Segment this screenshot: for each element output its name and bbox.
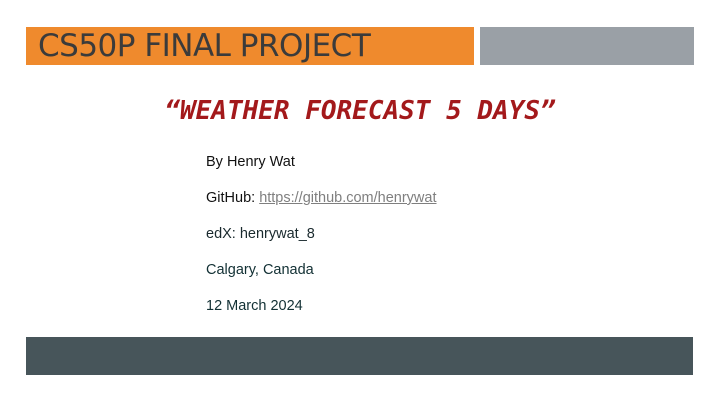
github-label: GitHub: bbox=[206, 190, 260, 206]
edx-label: edX: bbox=[206, 226, 240, 242]
title-banner-accent bbox=[480, 27, 694, 65]
edx-username: henrywat_8 bbox=[239, 226, 315, 242]
edx-line: edX: henrywat_8 bbox=[206, 225, 315, 243]
github-link[interactable]: https://github.com/henrywat bbox=[259, 190, 436, 206]
project-subtitle: “WEATHER FORECAST 5 DAYS” bbox=[164, 96, 556, 126]
github-line: GitHub: https://github.com/henrywat bbox=[206, 189, 437, 207]
slide: CS50P FINAL PROJECT “WEATHER FORECAST 5 … bbox=[0, 0, 720, 405]
location-line: Calgary, Canada bbox=[206, 262, 314, 278]
footer-bar bbox=[26, 337, 693, 375]
slide-title: CS50P FINAL PROJECT bbox=[38, 28, 371, 64]
title-banner: CS50P FINAL PROJECT bbox=[26, 27, 474, 65]
author-line: By Henry Wat bbox=[206, 154, 295, 170]
date-line: 12 March 2024 bbox=[206, 298, 303, 314]
